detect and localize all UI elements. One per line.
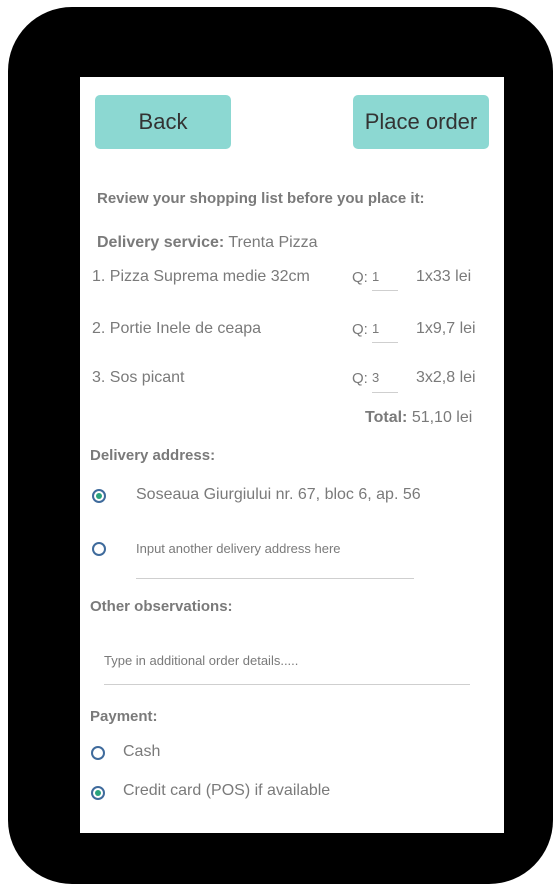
qty-input[interactable]: 3 — [372, 370, 398, 385]
qty-label: Q: — [352, 370, 368, 387]
order-total: Total: 51,10 lei — [365, 409, 472, 427]
qty-underline — [372, 392, 398, 393]
payment-card-label: Credit card (POS) if available — [123, 782, 331, 799]
item-price: 3x2,8 lei — [416, 369, 476, 386]
saved-address-radio[interactable] — [92, 489, 106, 503]
delivery-service-label: Delivery service: — [97, 234, 225, 251]
payment-heading: Payment: — [90, 708, 158, 725]
qty-input[interactable]: 1 — [372, 321, 398, 336]
place-order-button[interactable]: Place order — [353, 95, 489, 149]
item-name: 2. Portie Inele de ceapa — [92, 320, 262, 337]
delivery-address-heading: Delivery address: — [90, 447, 216, 464]
item-price: 1x33 lei — [416, 268, 472, 285]
phone-frame: Back Place order Review your shopping li… — [8, 7, 553, 884]
delivery-service: Delivery service: Trenta Pizza — [97, 234, 318, 252]
qty-underline — [372, 290, 398, 291]
observations-underline — [104, 684, 470, 685]
total-value: 51,10 lei — [411, 409, 473, 426]
other-address-underline — [136, 578, 414, 579]
payment-cash-radio[interactable] — [91, 746, 105, 760]
qty-input[interactable]: 1 — [372, 269, 398, 284]
order-screen: Back Place order Review your shopping li… — [80, 77, 504, 833]
review-intro: Review your shopping list before you pla… — [97, 190, 425, 207]
qty-label: Q: — [352, 321, 368, 338]
payment-card-radio[interactable] — [91, 786, 105, 800]
other-address-radio[interactable] — [92, 542, 106, 556]
observations-heading: Other observations: — [90, 598, 233, 615]
observations-input[interactable]: Type in additional order details..... — [104, 653, 298, 668]
payment-cash-label: Cash — [123, 743, 161, 760]
total-label: Total: — [365, 409, 408, 426]
back-button[interactable]: Back — [95, 95, 231, 149]
item-name: 3. Sos picant — [92, 369, 185, 386]
item-name: 1. Pizza Suprema medie 32cm — [92, 268, 310, 285]
item-price: 1x9,7 lei — [416, 320, 476, 337]
qty-label: Q: — [352, 269, 368, 286]
qty-underline — [372, 342, 398, 343]
other-address-input[interactable]: Input another delivery address here — [136, 541, 341, 556]
saved-address-label: Soseaua Giurgiului nr. 67, bloc 6, ap. 5… — [136, 486, 421, 503]
delivery-service-value: Trenta Pizza — [228, 234, 318, 251]
